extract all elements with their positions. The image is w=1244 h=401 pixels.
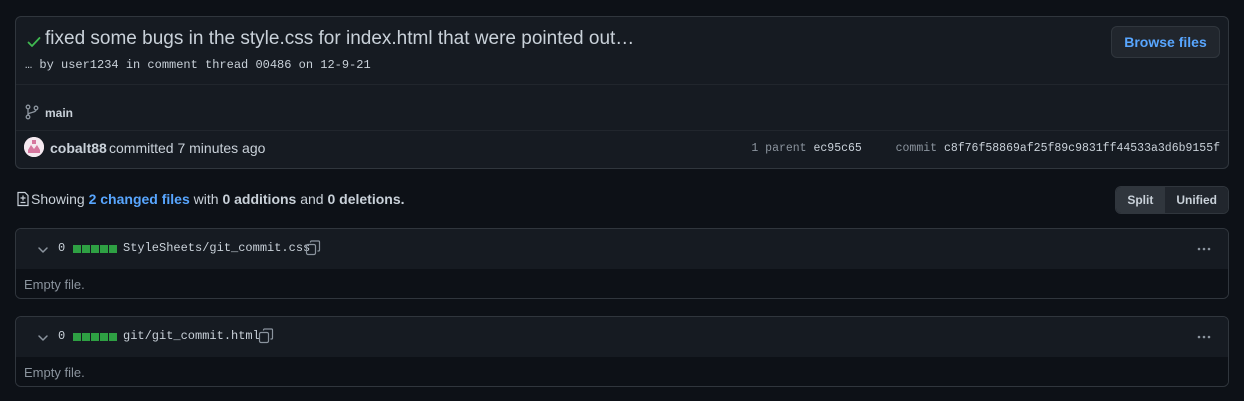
commit-time: committed 7 minutes ago bbox=[109, 140, 266, 156]
author-name[interactable]: cobalt88 bbox=[50, 140, 107, 156]
avatar-identicon bbox=[24, 137, 44, 157]
split-view-button[interactable]: Split bbox=[1116, 187, 1165, 213]
commit-title: fixed some bugs in the style.css for ind… bbox=[45, 28, 635, 49]
diff-summary-row: Showing 2 changed files with 0 additions… bbox=[15, 186, 1229, 214]
additions-count: 0 additions bbox=[222, 191, 297, 207]
commit-label: commit bbox=[895, 142, 938, 155]
and-label: and bbox=[300, 191, 324, 207]
check-icon bbox=[27, 37, 41, 47]
kebab-horizontal-icon[interactable] bbox=[1196, 329, 1212, 345]
file-diff: 0 git/git_commit.html Empty file. bbox=[15, 316, 1229, 387]
commit-sha: c8f76f58869af25f89c9831ff44533a3d6b9155f bbox=[943, 142, 1220, 155]
chevron-down-icon[interactable] bbox=[36, 243, 50, 257]
branch-row: main bbox=[16, 84, 1228, 131]
diff-view-toggle: Split Unified bbox=[1115, 186, 1229, 214]
copy-icon[interactable] bbox=[305, 240, 321, 256]
parent-sha-link[interactable]: ec95c65 bbox=[814, 142, 862, 155]
changed-files-link[interactable]: 2 changed files bbox=[89, 191, 190, 207]
diffstat-bar bbox=[73, 245, 117, 253]
branch-link[interactable]: main bbox=[45, 106, 73, 120]
avatar[interactable] bbox=[24, 137, 44, 157]
browse-files-button[interactable]: Browse files bbox=[1111, 26, 1220, 58]
kebab-horizontal-icon[interactable] bbox=[1196, 241, 1212, 257]
file-change-count: 0 bbox=[58, 329, 66, 343]
file-header: 0 git/git_commit.html bbox=[16, 317, 1228, 358]
deletions-count: 0 deletions. bbox=[327, 191, 405, 207]
file-header: 0 StyleSheets/git_commit.css bbox=[16, 229, 1228, 270]
empty-file-text: Empty file. bbox=[24, 277, 85, 292]
file-diff-icon bbox=[17, 191, 29, 207]
diffstat-bar bbox=[73, 333, 117, 341]
file-body: Empty file. bbox=[16, 269, 1228, 298]
git-branch-icon bbox=[25, 104, 39, 120]
commit-panel: fixed some bugs in the style.css for ind… bbox=[15, 16, 1229, 169]
showing-label: Showing bbox=[31, 191, 85, 207]
chevron-down-icon[interactable] bbox=[36, 331, 50, 345]
file-diff: 0 StyleSheets/git_commit.css Empty file. bbox=[15, 228, 1229, 299]
diff-summary: Showing 2 changed files with 0 additions… bbox=[31, 191, 405, 207]
commit-meta: 1 parent ec95c65 commit c8f76f58869af25f… bbox=[751, 142, 1220, 155]
with-label: with bbox=[193, 191, 219, 207]
file-body: Empty file. bbox=[16, 357, 1228, 386]
copy-icon[interactable] bbox=[258, 328, 274, 344]
commit-header: fixed some bugs in the style.css for ind… bbox=[16, 17, 1228, 84]
unified-view-button[interactable]: Unified bbox=[1164, 187, 1228, 213]
parent-label: 1 parent bbox=[751, 142, 807, 155]
file-name[interactable]: git/git_commit.html bbox=[123, 329, 260, 343]
author-row: cobalt88 committed 7 minutes ago 1 paren… bbox=[16, 129, 1228, 169]
file-name[interactable]: StyleSheets/git_commit.css bbox=[123, 241, 310, 255]
commit-description: … by user1234 in comment thread 00486 on… bbox=[25, 58, 371, 72]
empty-file-text: Empty file. bbox=[24, 365, 85, 380]
file-change-count: 0 bbox=[58, 241, 66, 255]
